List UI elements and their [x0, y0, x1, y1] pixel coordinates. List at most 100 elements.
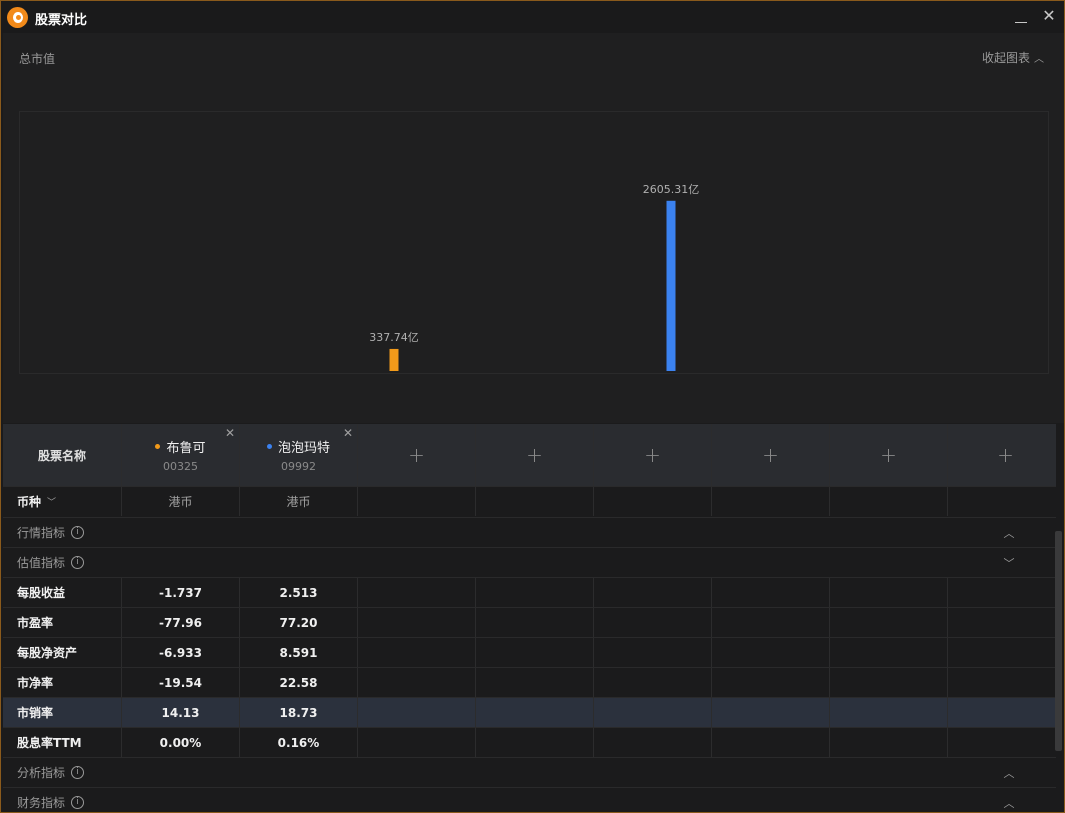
- metric-value: 2.513: [240, 578, 358, 607]
- bar-data-label: 2605.31亿: [643, 183, 700, 196]
- minimize-icon: [1015, 22, 1027, 23]
- empty-cell: [948, 638, 1063, 667]
- add-stock-slot[interactable]: +: [948, 424, 1063, 486]
- metric-label: 市销率: [3, 698, 122, 727]
- chevron-up-icon[interactable]: ︿: [1001, 765, 1017, 780]
- chevron-down-icon[interactable]: ﹀: [1001, 555, 1017, 570]
- add-stock-slot[interactable]: +: [594, 424, 712, 486]
- add-stock-slot[interactable]: +: [712, 424, 830, 486]
- section-label: 财务指标: [17, 796, 66, 810]
- empty-cell: [476, 668, 594, 697]
- add-icon: +: [762, 443, 779, 467]
- metric-value: 22.58: [240, 668, 358, 697]
- stock-name: 泡泡玛特: [266, 437, 330, 456]
- table-row[interactable]: 市盈率 -77.96 77.20: [3, 607, 1056, 637]
- section-label: 分析指标: [17, 766, 66, 780]
- empty-cell: [830, 608, 948, 637]
- empty-cell: [948, 698, 1063, 727]
- section-analysis[interactable]: 分析指标 i ︿: [3, 757, 1056, 787]
- table-row[interactable]: 每股净资产 -6.933 8.591: [3, 637, 1056, 667]
- currency-value: 港币: [122, 487, 240, 516]
- chart-panel: 总市值 收起图表 ︿ 337.74亿 2605.31亿: [3, 33, 1064, 423]
- bar-chart: 337.74亿 2605.31亿: [19, 111, 1049, 374]
- add-stock-slot[interactable]: +: [830, 424, 948, 486]
- minimize-button[interactable]: [1009, 5, 1033, 29]
- stock-column-popmart[interactable]: 泡泡玛特 09992 ✕: [240, 424, 358, 486]
- stock-name-label: 泡泡玛特: [277, 441, 330, 456]
- metric-label: 每股净资产: [3, 638, 122, 667]
- section-label: 估值指标: [17, 556, 66, 570]
- empty-cell: [476, 487, 594, 516]
- metric-value: -1.737: [122, 578, 240, 607]
- metric-label: 股息率TTM: [3, 728, 122, 757]
- empty-cell: [712, 487, 830, 516]
- stock-name-header: 股票名称: [3, 424, 122, 486]
- empty-cell: [830, 668, 948, 697]
- add-stock-slot[interactable]: +: [358, 424, 476, 486]
- empty-cell: [476, 728, 594, 757]
- currency-selector[interactable]: 币种 ﹀: [3, 487, 122, 516]
- remove-stock-button[interactable]: ✕: [343, 426, 353, 440]
- metric-value: -77.96: [122, 608, 240, 637]
- table-row[interactable]: 每股收益 -1.737 2.513: [3, 577, 1056, 607]
- empty-cell: [594, 698, 712, 727]
- bar-chart-svg: 337.74亿 2605.31亿: [369, 183, 700, 371]
- empty-cell: [830, 698, 948, 727]
- currency-row: 币种 ﹀ 港币 港币: [3, 486, 1056, 516]
- empty-cell: [712, 638, 830, 667]
- table-row[interactable]: 市净率 -19.54 22.58: [3, 667, 1056, 697]
- empty-cell: [358, 638, 476, 667]
- app-logo-icon: [7, 7, 28, 28]
- close-button[interactable]: ✕: [1037, 5, 1061, 29]
- empty-cell: [712, 608, 830, 637]
- stock-name-label: 布鲁可: [166, 441, 206, 456]
- metric-value: 14.13: [122, 698, 240, 727]
- empty-cell: [948, 608, 1063, 637]
- empty-cell: [830, 578, 948, 607]
- stock-column-bulukou[interactable]: 布鲁可 00325 ✕: [122, 424, 240, 486]
- empty-cell: [712, 668, 830, 697]
- empty-cell: [476, 608, 594, 637]
- info-icon[interactable]: i: [71, 796, 85, 809]
- info-icon[interactable]: i: [71, 526, 85, 539]
- remove-stock-button[interactable]: ✕: [225, 426, 235, 440]
- table-header-row: 股票名称 布鲁可 00325 ✕ 泡泡玛特 09992 ✕ + + + + + …: [3, 424, 1056, 486]
- info-icon[interactable]: i: [71, 766, 85, 779]
- add-icon: +: [880, 443, 897, 467]
- empty-cell: [358, 578, 476, 607]
- section-market[interactable]: 行情指标 i ︿: [3, 517, 1056, 547]
- collapse-chart-button[interactable]: 收起图表 ︿: [982, 49, 1044, 66]
- chevron-down-icon: ﹀: [47, 498, 57, 508]
- stock-compare-window: 股票对比 ✕ 总市值 收起图表 ︿ 337.74亿 2605.31亿 股票名称 布鲁…: [0, 0, 1065, 813]
- empty-cell: [594, 638, 712, 667]
- table-row[interactable]: 股息率TTM 0.00% 0.16%: [3, 727, 1056, 757]
- stock-name: 布鲁可: [155, 437, 206, 456]
- metric-value: 8.591: [240, 638, 358, 667]
- bar-1: [389, 348, 399, 371]
- metric-label: 每股收益: [3, 578, 122, 607]
- section-finance[interactable]: 财务指标 i ︿: [3, 787, 1056, 812]
- empty-cell: [830, 638, 948, 667]
- empty-cell: [948, 578, 1063, 607]
- chevron-up-icon[interactable]: ︿: [1001, 525, 1017, 540]
- empty-cell: [594, 728, 712, 757]
- info-icon[interactable]: i: [71, 556, 85, 569]
- stock-code: 00325: [163, 460, 198, 473]
- metric-label: 市盈率: [3, 608, 122, 637]
- empty-cell: [476, 578, 594, 607]
- stock-color-dot: [266, 444, 272, 449]
- table-scrollbar[interactable]: [1055, 531, 1062, 751]
- table-row[interactable]: 市销率 14.13 18.73: [3, 697, 1056, 727]
- empty-cell: [948, 487, 1063, 516]
- chevron-up-icon[interactable]: ︿: [1001, 795, 1017, 810]
- empty-cell: [594, 487, 712, 516]
- chart-title: 总市值: [19, 52, 56, 66]
- empty-cell: [712, 578, 830, 607]
- empty-cell: [830, 728, 948, 757]
- title-bar: 股票对比 ✕: [1, 1, 1064, 33]
- add-stock-slot[interactable]: +: [476, 424, 594, 486]
- add-icon: +: [997, 443, 1014, 467]
- section-valuation[interactable]: 估值指标 i ﹀: [3, 547, 1056, 577]
- metric-label: 市净率: [3, 668, 122, 697]
- empty-cell: [358, 698, 476, 727]
